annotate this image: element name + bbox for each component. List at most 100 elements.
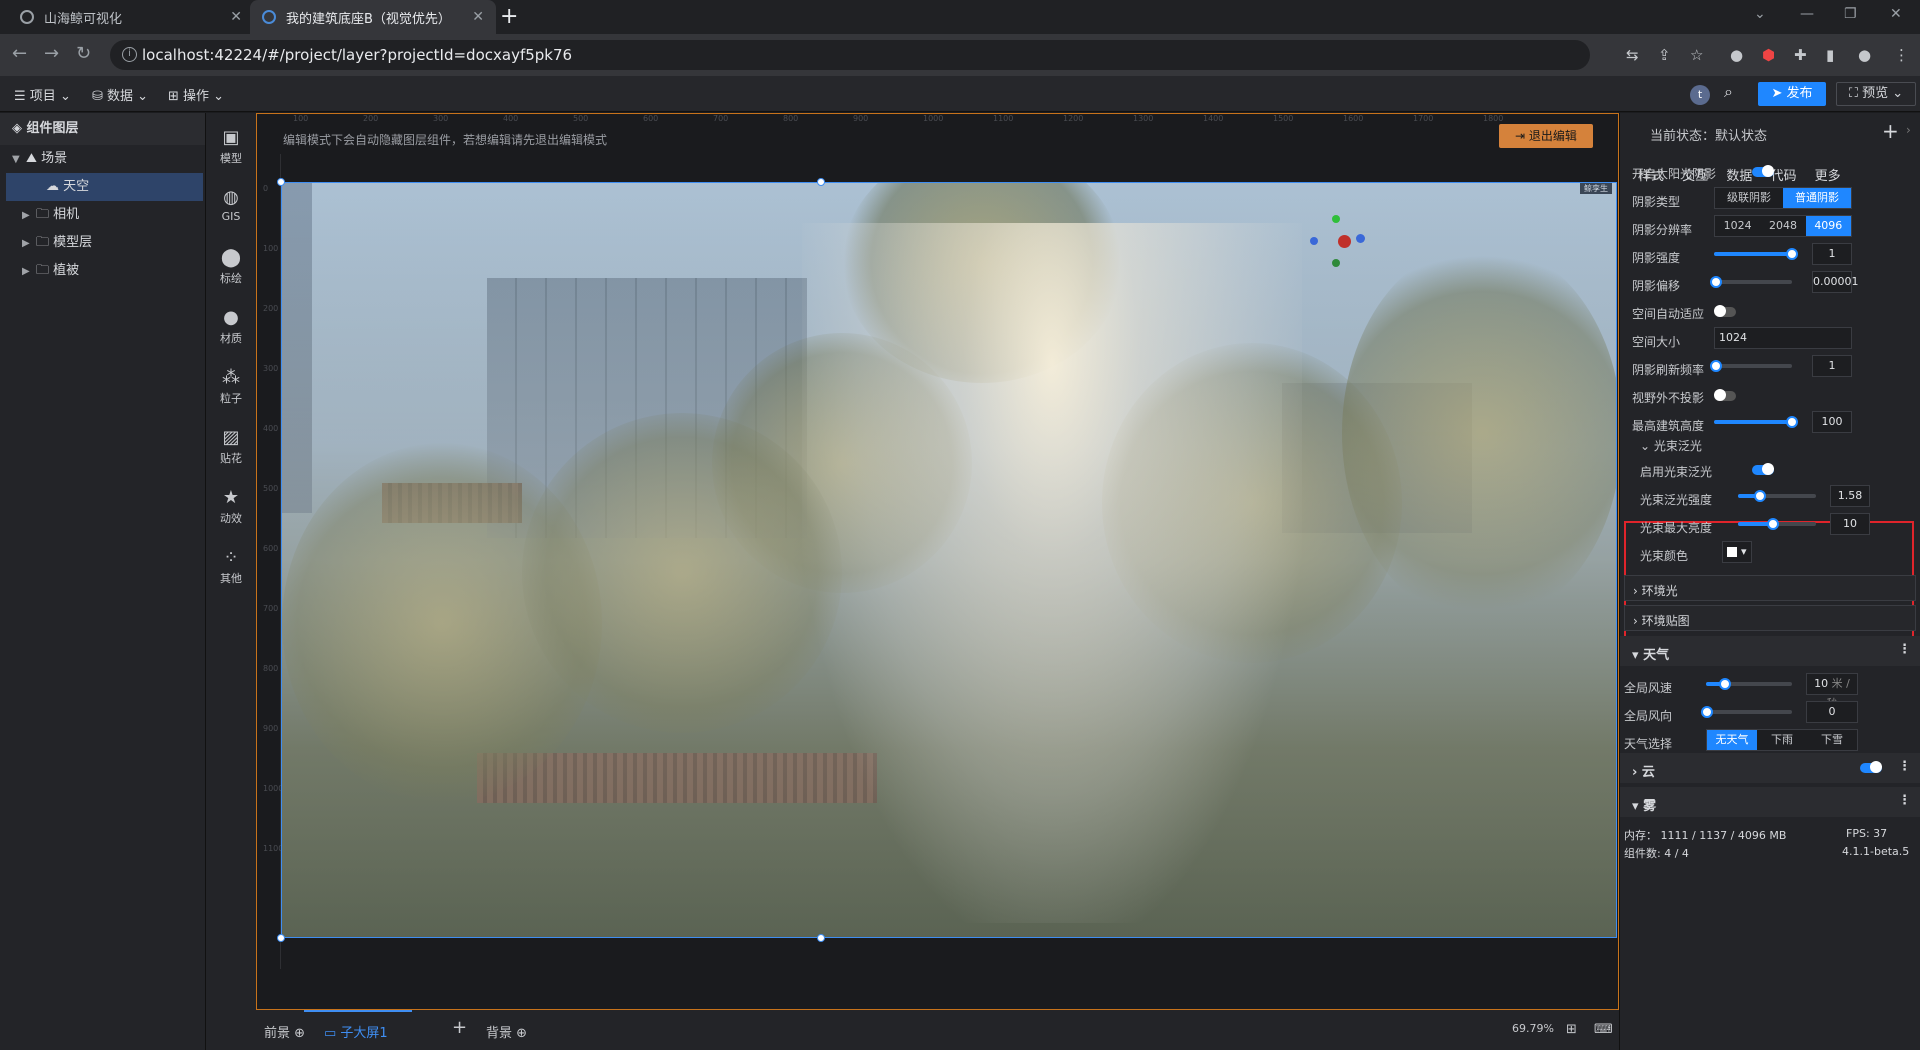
avatar[interactable]: t — [1690, 85, 1710, 105]
chevron-down-icon[interactable]: ▼ — [12, 146, 26, 174]
bloom-strength-input[interactable]: 1.58 — [1830, 485, 1870, 507]
shadow-type-select[interactable]: 级联阴影 普通阴影 — [1714, 187, 1852, 209]
add-state-button[interactable]: + — [1882, 119, 1899, 143]
sun-shadow-toggle[interactable] — [1752, 165, 1774, 177]
max-height-input[interactable]: 100 — [1812, 411, 1852, 433]
max-height-slider[interactable] — [1714, 416, 1798, 428]
preview-button[interactable]: ⛶ 预览 ⌄ — [1836, 82, 1916, 106]
reload-icon[interactable]: ↻ — [76, 43, 91, 64]
resize-handle[interactable] — [277, 178, 285, 186]
kebab-icon[interactable]: ⋮ — [1898, 642, 1911, 657]
tool-other[interactable]: ⁘ 其他 — [206, 547, 256, 586]
forward-icon[interactable]: → — [44, 43, 59, 64]
tree-item-sky[interactable]: ☁ 天空 — [6, 173, 203, 201]
foreground-tab[interactable]: 前景 ⊕ — [264, 1022, 305, 1041]
axis-z-neg-icon[interactable] — [1356, 234, 1365, 243]
ambient-light-section[interactable]: › 环境光 — [1624, 575, 1916, 601]
tool-marker[interactable]: ⬤ 标绘 — [206, 247, 256, 286]
chevron-right-icon[interactable]: ▶ — [22, 258, 36, 286]
close-icon[interactable]: ✕ — [472, 9, 484, 25]
publish-button[interactable]: ➤ 发布 — [1758, 82, 1826, 106]
chevron-right-icon[interactable]: ▶ — [22, 230, 36, 258]
axis-y-icon[interactable] — [1332, 215, 1340, 223]
option-snow[interactable]: 下雪 — [1807, 730, 1857, 750]
resize-handle[interactable] — [817, 178, 825, 186]
exit-edit-button[interactable]: ⇥ 退出编辑 — [1499, 124, 1593, 148]
tool-material[interactable]: ● 材质 — [206, 307, 256, 346]
option-cascade[interactable]: 级联阴影 — [1715, 188, 1783, 208]
bloom-strength-slider[interactable] — [1738, 490, 1816, 502]
tab-search-icon[interactable]: ⌄ — [1754, 6, 1766, 22]
menu-data[interactable]: ⛁ 数据 ⌄ — [92, 85, 148, 104]
cloud-toggle[interactable] — [1860, 761, 1882, 773]
chevron-right-icon[interactable]: ▶ — [22, 202, 36, 230]
axis-x-icon[interactable] — [1338, 235, 1351, 248]
extension-icon[interactable]: ⬢ — [1762, 46, 1775, 64]
fog-header[interactable]: ▾ 雾 ⋮ — [1620, 787, 1920, 817]
wind-dir-input[interactable]: 0 — [1806, 701, 1858, 723]
shadow-offset-input[interactable]: 0.00001 — [1812, 271, 1859, 293]
background-tab[interactable]: 背景 ⊕ — [486, 1022, 527, 1041]
tree-item-camera[interactable]: ▶ 🗀 相机 — [0, 201, 205, 229]
option-normal[interactable]: 普通阴影 — [1783, 188, 1851, 208]
translate-icon[interactable]: ⇆ — [1626, 46, 1639, 64]
resize-handle[interactable] — [277, 934, 285, 942]
shadow-res-select[interactable]: 1024 2048 4096 — [1714, 215, 1852, 237]
bloom-brightness-slider[interactable] — [1738, 518, 1816, 530]
restore-icon[interactable]: ❐ — [1844, 6, 1857, 22]
minimize-icon[interactable]: — — [1800, 6, 1814, 22]
search-icon[interactable]: ⌕ — [1724, 82, 1733, 102]
kebab-icon[interactable]: ⋮ — [1898, 759, 1911, 774]
menu-project[interactable]: ☰ 项目 ⌄ — [14, 85, 71, 104]
back-icon[interactable]: ← — [12, 43, 27, 64]
new-tab-button[interactable]: + — [500, 4, 518, 29]
share-icon[interactable]: ⇪ — [1658, 46, 1671, 64]
axis-z-icon[interactable] — [1310, 237, 1318, 245]
wind-speed-input[interactable]: 10 米 / 秒 — [1806, 673, 1858, 710]
tool-model[interactable]: ▣ 模型 — [206, 127, 256, 166]
browser-tab[interactable]: 山海鲸可视化 ✕ — [8, 0, 254, 34]
wind-speed-slider[interactable] — [1706, 678, 1792, 690]
space-size-input[interactable]: 1024 — [1714, 327, 1852, 349]
extension-icon[interactable]: ● — [1730, 46, 1743, 64]
bookmark-star-icon[interactable]: ☆ — [1690, 46, 1703, 64]
close-window-icon[interactable]: ✕ — [1890, 6, 1902, 22]
tool-decal[interactable]: ▨ 贴花 — [206, 427, 256, 466]
shadow-offset-slider[interactable] — [1709, 276, 1792, 288]
shadow-refresh-input[interactable]: 1 — [1812, 355, 1852, 377]
bloom-color-picker[interactable]: ▾ — [1722, 541, 1752, 563]
bloom-enable-toggle[interactable] — [1752, 463, 1774, 475]
profile-icon[interactable]: ● — [1858, 46, 1871, 64]
tree-item-vegetation[interactable]: ▶ 🗀 植被 — [0, 257, 205, 285]
3d-scene-viewport[interactable]: 鲸孪生 — [281, 182, 1617, 938]
axis-y-neg-icon[interactable] — [1332, 259, 1340, 267]
close-icon[interactable]: ✕ — [230, 9, 242, 25]
tool-effect[interactable]: ★ 动效 — [206, 487, 256, 526]
add-screen-button[interactable]: + — [452, 1017, 467, 1038]
tree-item-scene[interactable]: ▼ ⛰ 场景 — [0, 145, 205, 173]
chevron-right-icon[interactable]: › — [1906, 123, 1911, 137]
cloud-header[interactable]: › 云 ⋮ — [1620, 753, 1920, 783]
outview-toggle[interactable] — [1714, 389, 1736, 401]
puzzle-icon[interactable]: ✚ — [1794, 46, 1807, 64]
menu-operation[interactable]: ⊞ 操作 ⌄ — [168, 85, 224, 104]
bloom-brightness-input[interactable]: 10 — [1830, 513, 1870, 535]
browser-tab-active[interactable]: 我的建筑底座B（视觉优先） ✕ — [250, 0, 496, 34]
tree-item-model-layer[interactable]: ▶ 🗀 模型层 — [0, 229, 205, 257]
url-field[interactable]: i localhost:42224/#/project/layer?projec… — [110, 40, 1590, 70]
wind-dir-slider[interactable] — [1700, 706, 1792, 718]
option-2048[interactable]: 2048 — [1760, 216, 1805, 236]
fit-screen-icon[interactable]: ⊞ — [1566, 1022, 1577, 1037]
kebab-icon[interactable]: ⋮ — [1898, 793, 1911, 808]
bloom-section-header[interactable]: ⌄ 光束泛光 — [1640, 431, 1920, 459]
tool-gis[interactable]: ◍ GIS — [206, 187, 256, 223]
env-map-section[interactable]: › 环境贴图 — [1624, 605, 1916, 631]
shadow-strength-input[interactable]: 1 — [1812, 243, 1852, 265]
space-adapt-toggle[interactable] — [1714, 305, 1736, 317]
shadow-refresh-slider[interactable] — [1710, 360, 1792, 372]
option-4096[interactable]: 4096 — [1805, 216, 1851, 236]
option-1024[interactable]: 1024 — [1715, 216, 1760, 236]
sidepanel-icon[interactable]: ▮ — [1826, 46, 1834, 64]
weather-header[interactable]: ▾ 天气 ⋮ — [1620, 636, 1920, 666]
option-rain[interactable]: 下雨 — [1757, 730, 1807, 750]
